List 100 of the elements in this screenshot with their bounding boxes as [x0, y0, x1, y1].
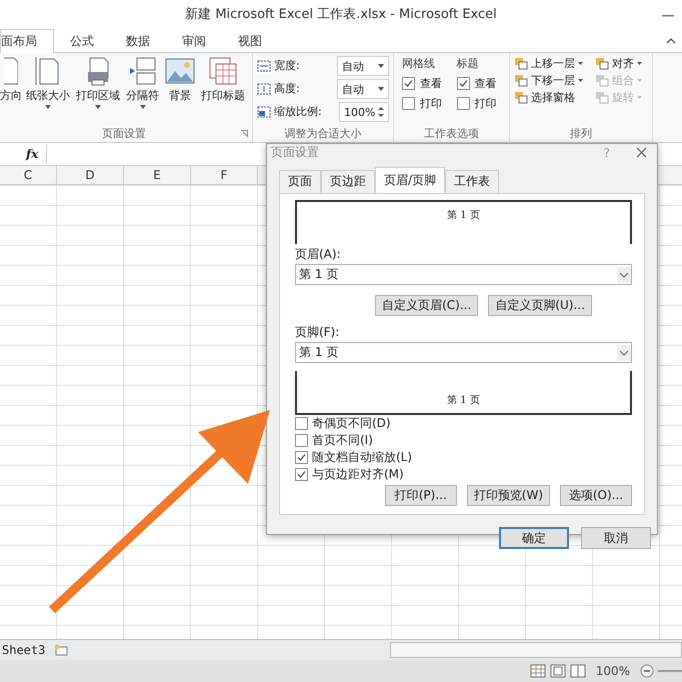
page-layout-icon[interactable] [550, 664, 566, 678]
layers-icon [514, 57, 528, 70]
layers-icon [514, 74, 528, 87]
spinner-icon[interactable] [378, 106, 384, 118]
caret-icon [637, 96, 642, 99]
preview-text: 第 1 页 [447, 394, 480, 407]
chevron-icon[interactable] [617, 344, 631, 360]
checkbox-label: 与页边距对齐(M) [312, 466, 404, 483]
checkbox[interactable] [295, 417, 308, 430]
page-break-icon[interactable] [570, 664, 586, 678]
option-title: 标题 [456, 56, 480, 71]
action-button[interactable]: 打印预览(W) [466, 485, 550, 506]
dropdown-field[interactable]: 自动 [337, 79, 389, 99]
caret-icon [578, 62, 583, 65]
dialog-tab[interactable]: 页边距 [321, 170, 375, 193]
arrange-button[interactable]: 选择窗格 [514, 90, 589, 105]
dropdown-field[interactable]: 100% [339, 102, 389, 122]
field-label: 高度: [274, 82, 300, 96]
footer-dropdown[interactable]: 第 1 页 [295, 342, 632, 363]
arrange-button[interactable]: 下移一层 [514, 73, 589, 88]
ribbon-button[interactable]: 方向 [0, 56, 22, 124]
dropdown-field[interactable]: 自动 [337, 56, 389, 76]
arrange-button[interactable]: 对齐 [595, 56, 648, 71]
resize-icon [257, 59, 271, 73]
checkbox-label: 首页不同(I) [312, 432, 373, 449]
column-header[interactable]: E [124, 166, 191, 184]
caret-icon [378, 87, 384, 91]
page-break-icon [128, 56, 156, 86]
checkbox[interactable] [295, 468, 308, 481]
landscape-image-icon [165, 56, 195, 86]
footer-label: 页脚(F): [295, 324, 340, 341]
sheet-tab[interactable]: Sheet3 [0, 643, 48, 657]
group-label: 调整为合适大小 [284, 126, 362, 140]
group-label: 工作表选项 [424, 126, 479, 140]
arrange-button[interactable]: 上移一层 [514, 56, 589, 71]
ribbon-tab[interactable]: 数据 [110, 30, 166, 52]
caret-icon [140, 105, 146, 109]
action-button[interactable]: 选项(O)... [560, 485, 632, 506]
ribbon-button[interactable]: 分隔符 [124, 56, 161, 124]
layers-icon [595, 57, 609, 70]
checkbox-label: 查看 [420, 76, 442, 91]
dialog-tab[interactable]: 页面 [279, 170, 321, 193]
window-title: 新建 Microsoft Excel 工作表.xlsx - Microsoft Excel [185, 6, 497, 23]
custom-button[interactable]: 自定义页脚(U)... [488, 295, 592, 316]
group-label: 页面设置 [102, 126, 146, 140]
caret-icon [95, 105, 101, 109]
table-icon [208, 56, 238, 86]
normal-view-icon[interactable] [530, 664, 546, 678]
caret-icon[interactable] [666, 37, 676, 44]
checkbox-label: 查看 [474, 76, 496, 91]
ribbon-button[interactable]: 背景 [163, 56, 197, 124]
chevron-icon[interactable] [617, 266, 631, 282]
close-icon[interactable] [636, 147, 647, 158]
column-header[interactable]: C [0, 166, 57, 184]
group-label: 排列 [570, 126, 592, 140]
column-header[interactable]: D [57, 166, 124, 184]
column-header[interactable]: F [191, 166, 258, 184]
checkbox[interactable] [456, 97, 470, 110]
caret-icon [378, 64, 384, 68]
checkbox[interactable] [456, 77, 470, 90]
cancel-button[interactable]: 取消 [581, 527, 651, 549]
action-button[interactable]: 打印(P)... [384, 485, 457, 506]
dialog-tab[interactable]: 页眉/页脚 [375, 167, 446, 193]
header-dropdown[interactable]: 第 1 页 [295, 264, 632, 285]
ribbon-button[interactable]: 纸张大小 [24, 56, 72, 124]
dialog-tab[interactable]: 工作表 [445, 170, 500, 193]
ok-button[interactable]: 确定 [499, 527, 569, 549]
function-button[interactable]: fx [26, 147, 46, 161]
field-label: 缩放比例: [274, 105, 322, 119]
checkbox-label: 打印 [474, 96, 496, 111]
ribbon-tab[interactable]: 审阅 [166, 30, 222, 52]
ribbon-tab[interactable]: 面布局 [0, 29, 54, 53]
caret-icon [637, 62, 642, 65]
zoom-level: 100% [596, 664, 630, 678]
preview-text: 第 1 页 [447, 209, 480, 222]
option-title: 网格线 [402, 56, 436, 71]
ribbon-button[interactable]: 打印标题 [199, 56, 247, 124]
checkbox[interactable] [402, 97, 415, 110]
checkbox[interactable] [402, 77, 415, 90]
field-label: 宽度: [274, 59, 300, 73]
header-label: 页眉(A): [295, 246, 342, 263]
new-sheet-icon[interactable] [53, 644, 70, 656]
ribbon-button[interactable]: 打印区域 [74, 56, 122, 124]
checkbox[interactable] [295, 451, 308, 464]
horizontal-scrollbar[interactable] [390, 642, 682, 658]
minimize-icon[interactable] [662, 14, 674, 18]
layers-icon [514, 91, 528, 104]
caret-icon [637, 79, 642, 82]
resize-icon [257, 105, 271, 119]
ribbon-tab[interactable]: 视图 [222, 30, 278, 52]
caret-icon [578, 79, 583, 82]
checkbox-label: 随文档自动缩放(L) [312, 449, 412, 466]
dialog-title: 页面设置 [271, 144, 320, 161]
launcher-icon[interactable] [241, 130, 248, 136]
checkbox-label: 奇偶页不同(D) [312, 415, 391, 432]
custom-button[interactable]: 自定义页眉(C)... [375, 295, 478, 316]
ribbon-tab[interactable]: 公式 [54, 30, 110, 52]
zoom-out-icon[interactable] [640, 664, 654, 678]
checkbox[interactable] [295, 434, 308, 447]
checkbox-label: 打印 [420, 96, 442, 111]
